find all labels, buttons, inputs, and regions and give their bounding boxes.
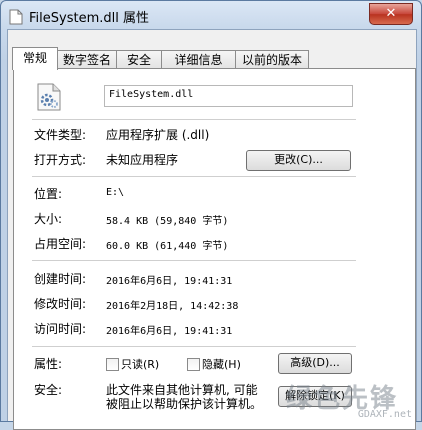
divider xyxy=(32,119,356,120)
change-button[interactable]: 更改(C)... xyxy=(246,150,351,171)
hidden-label[interactable]: 隐藏(H) xyxy=(202,356,241,372)
disk-size-label: 占用空间: xyxy=(34,237,87,251)
divider xyxy=(32,260,356,261)
size-label: 大小: xyxy=(34,212,63,226)
tab-general[interactable]: 常规 xyxy=(12,47,58,70)
created-label: 创建时间: xyxy=(34,272,87,286)
close-icon: ✕ xyxy=(385,6,397,21)
attributes-label: 属性: xyxy=(34,357,63,371)
file-icon xyxy=(9,9,23,25)
divider xyxy=(32,346,356,347)
file-type-value: 应用程序扩展 (.dll) xyxy=(106,128,210,142)
tab-previous-versions[interactable]: 以前的版本 xyxy=(235,50,309,69)
location-label: 位置: xyxy=(34,187,63,201)
created-value: 2016年6月6日, 19:41:31 xyxy=(106,276,233,287)
file-name-value: FileSystem.dll xyxy=(109,89,194,100)
accessed-value: 2016年6月6日, 19:41:31 xyxy=(106,326,233,337)
dll-file-icon xyxy=(37,83,61,111)
hidden-checkbox[interactable] xyxy=(187,358,200,371)
readonly-checkbox[interactable] xyxy=(106,358,119,371)
tab-security[interactable]: 安全 xyxy=(116,50,162,69)
advanced-button[interactable]: 高级(D)... xyxy=(278,353,352,374)
window-title: FileSystem.dll 属性 xyxy=(29,11,149,26)
divider xyxy=(32,176,356,177)
title-bar[interactable]: FileSystem.dll 属性 ✕ xyxy=(1,1,421,31)
file-type-label: 文件类型: xyxy=(34,128,87,142)
accessed-label: 访问时间: xyxy=(34,322,87,336)
disk-size-value: 60.0 KB (61,440 字节) xyxy=(106,241,229,252)
tab-details[interactable]: 详细信息 xyxy=(161,50,236,69)
location-value: E:\ xyxy=(106,187,125,198)
watermark-url: GDAXF.net xyxy=(357,409,412,420)
open-with-label: 打开方式: xyxy=(34,153,87,167)
modified-label: 修改时间: xyxy=(34,297,87,311)
open-with-value: 未知应用程序 xyxy=(106,153,179,167)
security-label: 安全: xyxy=(34,383,63,397)
file-name-field[interactable]: FileSystem.dll xyxy=(104,85,353,107)
size-value: 58.4 KB (59,840 字节) xyxy=(106,216,229,227)
modified-value: 2016年2月18日, 14:42:38 xyxy=(106,301,239,312)
readonly-label[interactable]: 只读(R) xyxy=(121,356,159,372)
tab-digital-signatures[interactable]: 数字签名 xyxy=(57,50,117,69)
security-message-line-2: 被阻止以帮助保护该计算机。 xyxy=(106,397,263,411)
close-button[interactable]: ✕ xyxy=(369,3,413,25)
